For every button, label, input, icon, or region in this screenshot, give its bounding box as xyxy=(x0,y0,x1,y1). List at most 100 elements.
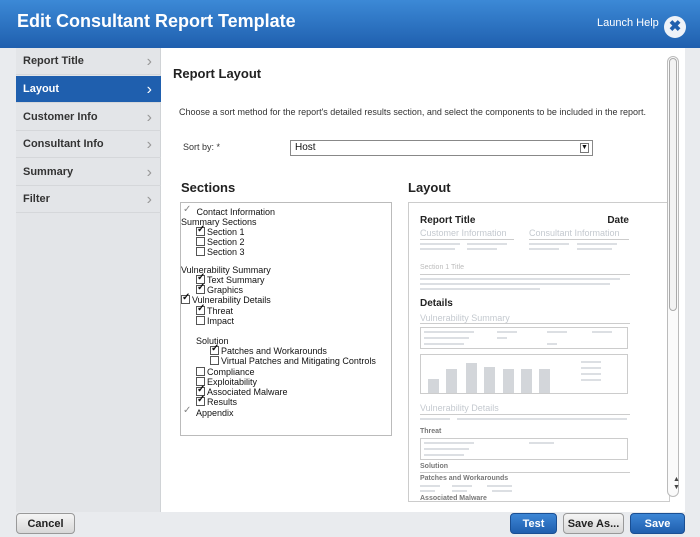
preview-vulnerability-summary: Vulnerability Summary xyxy=(420,313,510,323)
save-button[interactable]: Save xyxy=(630,513,685,534)
chevron-right-icon: › xyxy=(146,136,152,153)
section-label: Graphics xyxy=(207,285,244,295)
layout-preview-box: Report Title Date Customer Information C… xyxy=(408,202,670,502)
preview-rule xyxy=(420,414,630,415)
placeholder-line xyxy=(420,485,440,487)
sidebar-item-customer-info[interactable]: Customer Info › xyxy=(16,104,161,131)
preview-consultant-info: Consultant Information xyxy=(529,228,620,238)
section-3-checkbox[interactable]: Section 3 xyxy=(196,247,245,257)
checkbox[interactable] xyxy=(196,225,205,236)
placeholder-line xyxy=(497,331,517,333)
placeholder-line xyxy=(424,448,469,450)
sidebar-item-filter[interactable]: Filter › xyxy=(16,186,161,213)
checkbox[interactable] xyxy=(196,395,205,406)
chevron-right-icon: › xyxy=(146,164,152,181)
placeholder-line xyxy=(547,343,557,345)
checkbox[interactable] xyxy=(196,283,205,294)
placeholder-line xyxy=(452,490,467,492)
placeholder-line xyxy=(424,337,469,339)
cancel-button[interactable]: Cancel xyxy=(16,513,75,534)
placeholder-line xyxy=(577,243,617,245)
sections-list: Contact Information Summary Sections Sec… xyxy=(180,202,392,436)
preview-patches: Patches and Workarounds xyxy=(420,475,509,482)
section-label: Section 1 xyxy=(207,227,245,237)
placeholder-line xyxy=(581,373,601,375)
sections-heading: Sections xyxy=(181,180,236,195)
placeholder-line xyxy=(497,337,507,339)
sidebar-item-layout[interactable]: Layout › xyxy=(16,76,161,103)
vertical-scrollbar[interactable] xyxy=(667,56,679,497)
group-summary-sections: Summary Sections xyxy=(181,217,257,227)
preview-date: Date xyxy=(607,215,629,226)
impact-checkbox[interactable]: Impact xyxy=(196,316,234,326)
results-checkbox[interactable]: Results xyxy=(196,395,238,407)
preview-vulnerability-details: Vulnerability Details xyxy=(420,403,499,413)
section-2-checkbox[interactable]: Section 2 xyxy=(196,237,245,247)
sidebar-item-consultant-info[interactable]: Consultant Info › xyxy=(16,131,161,158)
preview-graphics-chart xyxy=(420,354,628,394)
sort-by-select[interactable]: Host ▼ xyxy=(290,140,593,156)
preview-bar xyxy=(503,369,514,393)
preview-details: Details xyxy=(420,298,453,309)
text-summary-checkbox[interactable]: Text Summary xyxy=(196,273,265,285)
placeholder-line xyxy=(452,485,472,487)
test-button[interactable]: Test xyxy=(510,513,557,534)
section-label: Threat xyxy=(207,306,234,316)
preview-associated-malware: Associated Malware xyxy=(420,495,487,502)
preview-report-title: Report Title xyxy=(420,215,476,226)
placeholder-line xyxy=(424,442,474,444)
placeholder-line xyxy=(577,248,612,250)
sidebar-item-summary[interactable]: Summary › xyxy=(16,159,161,186)
placeholder-line xyxy=(420,248,455,250)
preview-rule xyxy=(420,239,514,240)
sidebar-item-label: Consultant Info xyxy=(23,138,104,150)
checkbox-checked-disabled xyxy=(183,205,192,216)
description-text: Choose a sort method for the report's de… xyxy=(179,107,646,117)
scroll-arrows[interactable]: ▲ ▼ xyxy=(673,476,680,492)
placeholder-line xyxy=(424,343,464,345)
section-label: Section 2 xyxy=(207,237,245,247)
dialog-title: Edit Consultant Report Template xyxy=(17,11,296,31)
dropdown-arrow-icon: ▼ xyxy=(580,143,589,153)
compliance-checkbox[interactable]: Compliance xyxy=(196,367,255,377)
layout-heading: Layout xyxy=(408,180,451,195)
section-label: Impact xyxy=(207,316,235,326)
main-panel: Report Layout Choose a sort method for t… xyxy=(161,48,685,512)
placeholder-line xyxy=(529,243,569,245)
checkbox[interactable] xyxy=(196,316,205,325)
placeholder-line xyxy=(424,331,474,333)
placeholder-line xyxy=(420,283,610,285)
checkbox[interactable] xyxy=(181,293,190,304)
checkbox[interactable] xyxy=(196,237,205,246)
patches-workarounds-checkbox[interactable]: Patches and Workarounds xyxy=(210,344,327,356)
group-vulnerability-summary: Vulnerability Summary xyxy=(181,265,271,275)
launch-help-link[interactable]: Launch Help xyxy=(597,17,659,29)
checkbox[interactable] xyxy=(210,356,219,365)
placeholder-line xyxy=(547,331,567,333)
report-template-dialog: Edit Consultant Report Template Launch H… xyxy=(0,0,700,537)
scrollbar-thumb[interactable] xyxy=(669,58,677,311)
placeholder-line xyxy=(424,454,464,456)
preview-bar xyxy=(484,367,495,393)
placeholder-line xyxy=(487,485,512,487)
placeholder-line xyxy=(420,490,435,492)
section-label: Appendix xyxy=(196,408,234,418)
virtual-patches-checkbox[interactable]: Virtual Patches and Mitigating Controls xyxy=(210,356,376,366)
graphics-checkbox[interactable]: Graphics xyxy=(196,283,244,295)
preview-rule xyxy=(420,274,630,275)
checkbox[interactable] xyxy=(210,344,219,355)
section-label: Exploitability xyxy=(207,377,258,387)
section-1-checkbox[interactable]: Section 1 xyxy=(196,225,245,237)
threat-checkbox[interactable]: Threat xyxy=(196,304,234,316)
checkbox[interactable] xyxy=(196,247,205,256)
close-icon[interactable]: ✖ xyxy=(664,16,686,38)
section-label: Results xyxy=(207,397,238,407)
checkbox[interactable] xyxy=(196,367,205,376)
checkbox[interactable] xyxy=(196,304,205,315)
sidebar-item-report-title[interactable]: Report Title › xyxy=(16,48,161,75)
save-as-button[interactable]: Save As... xyxy=(563,513,624,534)
preview-bar xyxy=(521,369,532,393)
layout-preview: Report Title Date Customer Information C… xyxy=(417,209,635,502)
associated-malware-checkbox[interactable]: Associated Malware xyxy=(196,385,288,397)
vulnerability-details-checkbox[interactable]: Vulnerability Details xyxy=(181,293,271,305)
